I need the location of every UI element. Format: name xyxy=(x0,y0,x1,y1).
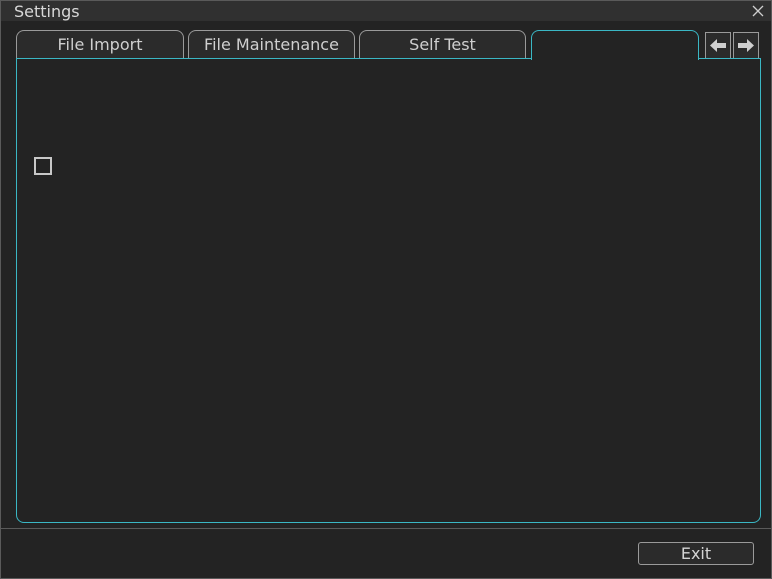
settings-dialog: Settings File Import File Maintenance Se… xyxy=(0,0,772,579)
tab-file-import[interactable]: File Import xyxy=(16,30,184,59)
arrow-right-icon xyxy=(738,39,754,52)
close-icon xyxy=(752,5,764,17)
title-bar: Settings xyxy=(1,1,771,21)
tab-content-panel xyxy=(16,58,761,523)
tab-self-test[interactable]: Self Test xyxy=(359,30,526,59)
tab-scroll-prev-button[interactable] xyxy=(705,32,731,59)
footer-divider xyxy=(1,528,771,529)
close-button[interactable] xyxy=(749,2,767,20)
tab-active-unlabeled[interactable] xyxy=(531,30,699,60)
exit-button[interactable]: Exit xyxy=(638,542,754,565)
tab-scroll-next-button[interactable] xyxy=(733,32,759,59)
arrow-left-icon xyxy=(710,39,726,52)
option-checkbox[interactable] xyxy=(34,157,52,175)
tab-file-maintenance[interactable]: File Maintenance xyxy=(188,30,355,59)
window-title: Settings xyxy=(14,2,80,21)
